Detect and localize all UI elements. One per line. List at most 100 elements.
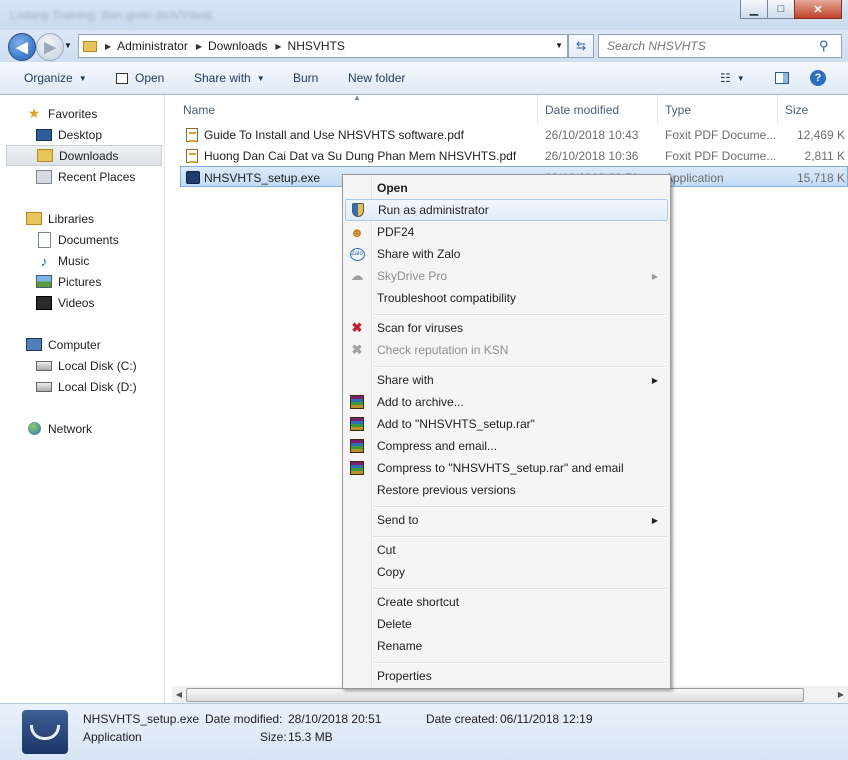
menu-item-troubleshoot-compatibility[interactable]: Troubleshoot compatibility bbox=[345, 287, 668, 309]
exe-large-icon bbox=[22, 710, 68, 754]
menu-item-open[interactable]: Open bbox=[345, 177, 668, 199]
computer-icon bbox=[26, 337, 42, 353]
details-pane: NHSVHTS_setup.exe Application Date modif… bbox=[0, 703, 848, 760]
column-header-type[interactable]: Type bbox=[665, 99, 691, 121]
menu-item-compress-and-email[interactable]: Compress and email... bbox=[345, 435, 668, 457]
window-title: Lodanji Training: Ban goito dich/Vdeat bbox=[10, 8, 213, 22]
menu-item-properties[interactable]: Properties bbox=[345, 665, 668, 687]
menu-item-compress-to-rar-and-email[interactable]: Compress to "NHSVHTS_setup.rar" and emai… bbox=[345, 457, 668, 479]
nav-favorites[interactable]: ★ Favorites bbox=[0, 103, 164, 124]
menu-item-add-to-rar[interactable]: Add to "NHSVHTS_setup.rar" bbox=[345, 413, 668, 435]
menu-item-add-to-archive[interactable]: Add to archive... bbox=[345, 391, 668, 413]
network-icon bbox=[26, 421, 42, 437]
menu-item-copy[interactable]: Copy bbox=[345, 561, 668, 583]
nav-pictures[interactable]: Pictures bbox=[0, 271, 164, 292]
menu-item-send-to[interactable]: Send to ▶ bbox=[345, 509, 668, 531]
menu-item-run-as-administrator[interactable]: Run as administrator bbox=[345, 199, 668, 221]
file-name: Guide To Install and Use NHSVHTS softwar… bbox=[204, 127, 464, 142]
nav-local-disk-d[interactable]: Local Disk (D:) bbox=[0, 376, 164, 397]
nav-downloads[interactable]: Downloads bbox=[6, 145, 162, 166]
refresh-button[interactable]: ⇆ bbox=[568, 34, 594, 58]
address-dropdown-icon[interactable]: ▼ bbox=[555, 41, 563, 50]
breadcrumb-downloads[interactable]: ▶ Downloads bbox=[196, 39, 268, 53]
menu-separator bbox=[374, 506, 666, 508]
menu-item-delete[interactable]: Delete bbox=[345, 613, 668, 635]
open-button[interactable]: Open bbox=[116, 62, 164, 94]
file-date: 26/10/2018 10:36 bbox=[545, 148, 639, 163]
forward-button[interactable]: ▶ bbox=[36, 33, 64, 61]
menu-item-cut[interactable]: Cut bbox=[345, 539, 668, 561]
nav-local-disk-c[interactable]: Local Disk (C:) bbox=[0, 355, 164, 376]
search-box[interactable]: ⚲ bbox=[598, 34, 842, 58]
column-header-name[interactable]: Name bbox=[183, 99, 215, 121]
burn-button[interactable]: Burn bbox=[293, 62, 318, 94]
menu-item-scan-for-viruses[interactable]: ✖ Scan for viruses bbox=[345, 317, 668, 339]
drive-icon bbox=[36, 379, 52, 395]
sort-ascending-icon: ▲ bbox=[353, 93, 361, 102]
close-button[interactable]: ✕ bbox=[794, 0, 842, 19]
menu-item-rename[interactable]: Rename bbox=[345, 635, 668, 657]
pdf-file-icon bbox=[186, 145, 198, 166]
file-date: 26/10/2018 10:43 bbox=[545, 127, 639, 142]
file-size: 15,718 K bbox=[796, 170, 845, 185]
menu-item-check-reputation-ksn[interactable]: ✖ Check reputation in KSN bbox=[345, 339, 668, 361]
pdf-file-icon bbox=[186, 124, 198, 145]
chevron-right-icon: ▶ bbox=[275, 41, 282, 51]
videos-icon bbox=[36, 295, 52, 311]
kaspersky-scan-icon: ✖ bbox=[351, 320, 363, 335]
nav-documents[interactable]: Documents bbox=[0, 229, 164, 250]
column-divider[interactable] bbox=[657, 95, 658, 125]
back-arrow-icon: ◀ bbox=[16, 39, 28, 56]
nav-videos[interactable]: Videos bbox=[0, 292, 164, 313]
refresh-icon: ⇆ bbox=[575, 39, 587, 53]
preview-pane-button[interactable] bbox=[775, 62, 789, 94]
submenu-arrow-icon: ▶ bbox=[651, 271, 658, 281]
menu-item-restore-previous-versions[interactable]: Restore previous versions bbox=[345, 479, 668, 501]
table-row[interactable]: Guide To Install and Use NHSVHTS softwar… bbox=[180, 124, 848, 145]
menu-separator bbox=[374, 536, 666, 538]
search-input[interactable] bbox=[605, 38, 819, 54]
back-button[interactable]: ◀ bbox=[8, 33, 36, 61]
nav-music[interactable]: ♪ Music bbox=[0, 250, 164, 271]
address-bar[interactable]: ▶ Administrator ▶ Downloads ▶ NHSVHTS ▼ bbox=[78, 34, 568, 58]
pdf24-icon: ☻ bbox=[350, 224, 364, 240]
column-header-size[interactable]: Size bbox=[785, 99, 808, 121]
details-modified-label: Date modified: bbox=[205, 712, 283, 726]
details-created-label: Date created: bbox=[426, 712, 499, 726]
nav-computer[interactable]: Computer bbox=[0, 334, 164, 355]
column-header-date-modified[interactable]: Date modified bbox=[545, 99, 619, 121]
menu-item-share-with[interactable]: Share with ▶ bbox=[345, 369, 668, 391]
scroll-left-icon[interactable]: ◀ bbox=[172, 686, 186, 703]
nav-libraries[interactable]: Libraries bbox=[0, 208, 164, 229]
forward-arrow-icon: ▶ bbox=[44, 39, 56, 56]
breadcrumb-administrator[interactable]: ▶ Administrator bbox=[105, 39, 188, 53]
navigation-pane: ★ Favorites Desktop Downloads Recent Plac… bbox=[0, 95, 165, 703]
search-icon[interactable]: ⚲ bbox=[819, 38, 829, 54]
menu-item-skydrive-pro[interactable]: ☁ SkyDrive Pro ▶ bbox=[345, 265, 668, 287]
nav-recent-places[interactable]: Recent Places bbox=[0, 166, 164, 187]
folder-icon bbox=[83, 40, 97, 52]
share-with-button[interactable]: Share with ▼ bbox=[194, 62, 265, 94]
column-divider[interactable] bbox=[777, 95, 778, 125]
menu-item-pdf24[interactable]: ☻ PDF24 bbox=[345, 221, 668, 243]
maximize-button[interactable]: □ bbox=[767, 0, 795, 19]
new-folder-button[interactable]: New folder bbox=[348, 62, 405, 94]
pictures-icon bbox=[36, 274, 52, 290]
menu-item-create-shortcut[interactable]: Create shortcut bbox=[345, 591, 668, 613]
command-bar: Organize ▼ Open Share with ▼ Burn New fold… bbox=[0, 62, 848, 95]
recent-pages-dropdown-icon[interactable]: ▼ bbox=[64, 41, 72, 50]
scroll-right-icon[interactable]: ▶ bbox=[834, 686, 848, 703]
nav-network[interactable]: Network bbox=[0, 418, 164, 439]
organize-button[interactable]: Organize ▼ bbox=[24, 62, 87, 94]
column-divider[interactable] bbox=[537, 95, 538, 125]
breadcrumb-nhsvhts[interactable]: ▶ NHSVHTS bbox=[275, 39, 345, 53]
scrollbar-thumb[interactable] bbox=[186, 688, 804, 702]
table-row[interactable]: Huong Dan Cai Dat va Su Dung Phan Mem NH… bbox=[180, 145, 848, 166]
view-options-button[interactable]: ☷ ▼ bbox=[720, 62, 745, 94]
winrar-icon bbox=[349, 460, 365, 476]
menu-item-share-with-zalo[interactable]: Zalo Share with Zalo bbox=[345, 243, 668, 265]
nav-desktop[interactable]: Desktop bbox=[0, 124, 164, 145]
chevron-down-icon: ▼ bbox=[78, 73, 87, 83]
help-button[interactable]: ? bbox=[810, 62, 826, 94]
minimize-button[interactable]: ▁ bbox=[740, 0, 768, 19]
